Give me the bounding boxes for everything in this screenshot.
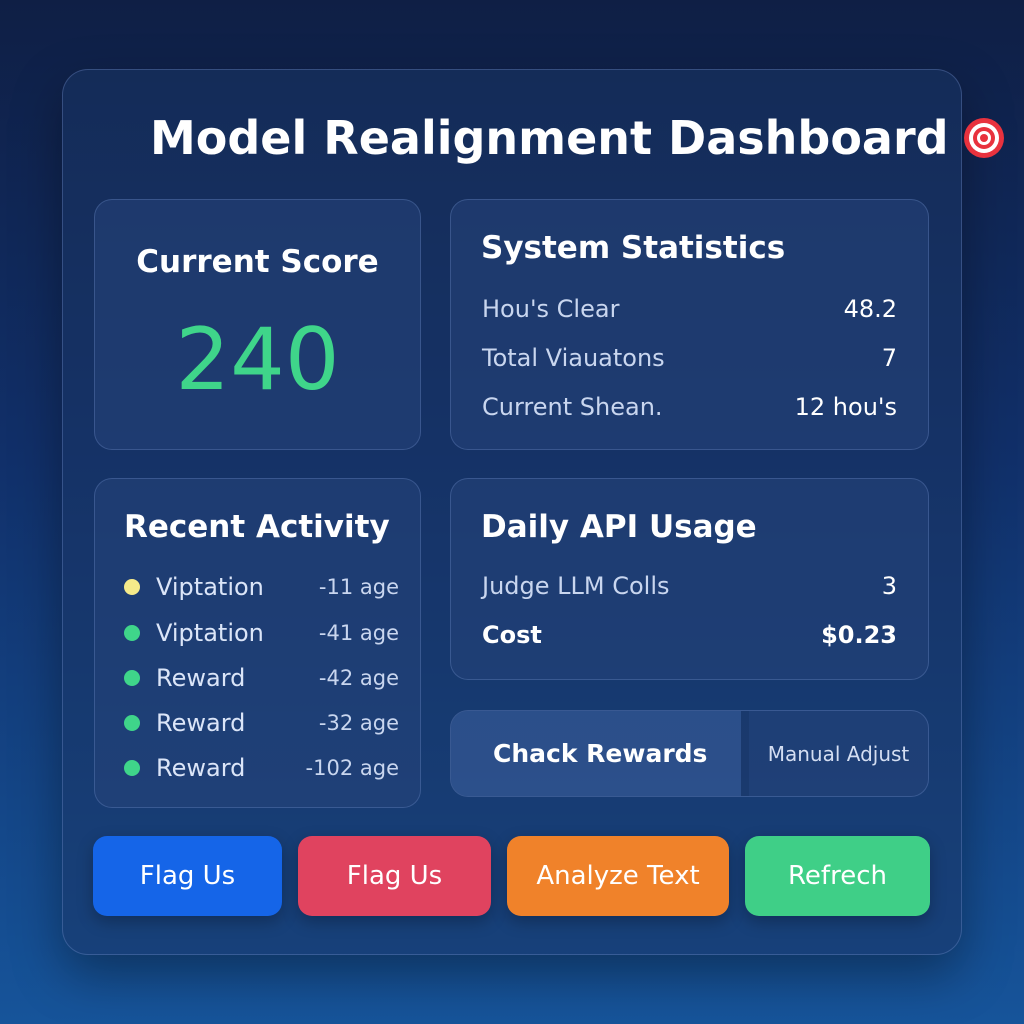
activity-time: -102 age xyxy=(305,756,399,780)
recent-activity-title: Recent Activity xyxy=(124,509,390,545)
check-rewards-button[interactable]: Chack Rewards xyxy=(451,711,741,796)
daily-api-usage-title: Daily API Usage xyxy=(481,509,757,545)
stat-label: Hou's Clear xyxy=(482,295,620,323)
activity-label: Viptation xyxy=(156,573,264,601)
activity-item: Reward -102 age xyxy=(124,751,399,785)
activity-label: Reward xyxy=(156,664,246,692)
api-cost-label: Cost xyxy=(482,621,542,649)
daily-api-usage-card: Daily API Usage Judge LLM Colls 3 Cost $… xyxy=(450,478,929,680)
activity-item: Reward -42 age xyxy=(124,661,399,695)
activity-item: Reward -32 age xyxy=(124,706,399,740)
status-dot-icon xyxy=(124,760,140,776)
system-statistics-title: System Statistics xyxy=(481,230,786,266)
stat-row: Current Shean. 12 hou's xyxy=(482,390,897,424)
stat-label: Total Viauatons xyxy=(482,344,665,372)
activity-time: -42 age xyxy=(318,666,399,690)
manual-adjust-button[interactable]: Manual Adjust xyxy=(749,711,928,796)
activity-item: Viptation -11 age xyxy=(124,570,399,604)
status-dot-icon xyxy=(124,579,140,595)
api-usage-label: Judge LLM Colls xyxy=(482,572,670,600)
reward-mode-toggle: Chack Rewards Manual Adjust xyxy=(450,710,929,797)
api-cost-value: $0.23 xyxy=(821,621,897,649)
target-icon xyxy=(963,118,1004,158)
stat-value: 12 hou's xyxy=(794,393,897,421)
stat-value: 48.2 xyxy=(843,295,897,323)
activity-label: Reward xyxy=(156,709,246,737)
toggle-divider xyxy=(741,711,749,796)
recent-activity-card: Recent Activity Viptation -11 age Viptat… xyxy=(94,478,421,808)
activity-time: -11 age xyxy=(318,575,399,599)
activity-time: -41 age xyxy=(318,621,399,645)
status-dot-icon xyxy=(124,715,140,731)
status-dot-icon xyxy=(124,625,140,641)
stat-row: Hou's Clear 48.2 xyxy=(482,292,897,326)
api-usage-row: Judge LLM Colls 3 xyxy=(482,569,897,603)
system-statistics-card: System Statistics Hou's Clear 48.2 Total… xyxy=(450,199,929,450)
activity-time: -32 age xyxy=(318,711,399,735)
stat-row: Total Viauatons 7 xyxy=(482,341,897,375)
stat-value: 7 xyxy=(881,344,897,372)
activity-label: Viptation xyxy=(156,619,264,647)
refresh-button[interactable]: Refrech xyxy=(745,836,930,916)
stat-label: Current Shean. xyxy=(482,393,663,421)
current-score-title: Current Score xyxy=(136,244,379,280)
activity-label: Reward xyxy=(156,754,246,782)
api-usage-value: 3 xyxy=(881,572,897,600)
flag-us-button[interactable]: Flag Us xyxy=(93,836,282,916)
activity-item: Viptation -41 age xyxy=(124,616,399,650)
page-title: Model Realignment Dashboard xyxy=(150,108,1005,168)
status-dot-icon xyxy=(124,670,140,686)
current-score-value: 240 xyxy=(175,310,340,410)
analyze-text-button[interactable]: Analyze Text xyxy=(507,836,729,916)
api-cost-row: Cost $0.23 xyxy=(482,618,897,652)
page-title-text: Model Realignment Dashboard xyxy=(150,111,949,165)
flag-us-button-secondary[interactable]: Flag Us xyxy=(298,836,491,916)
